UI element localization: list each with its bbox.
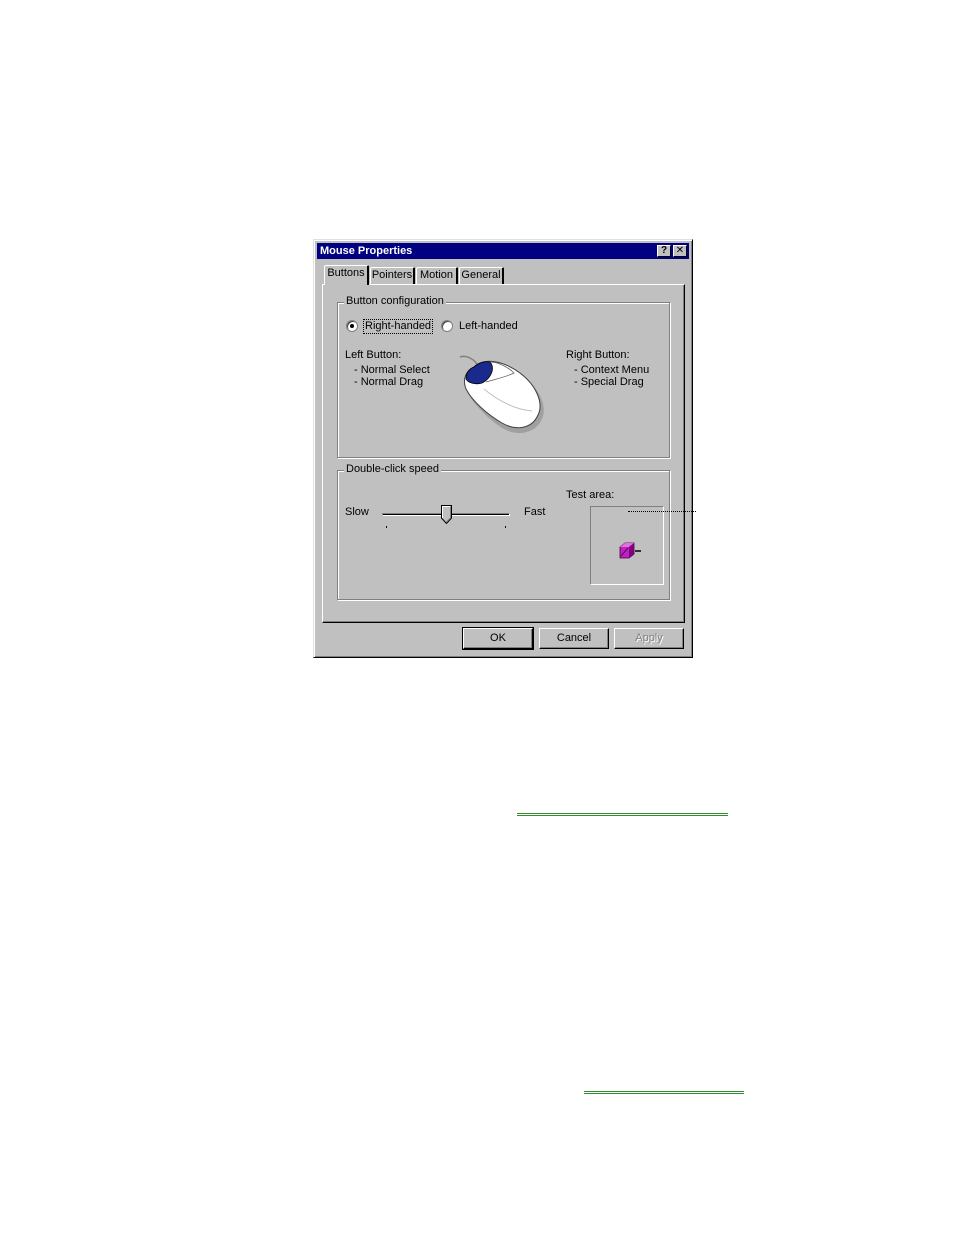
- ok-button[interactable]: OK: [462, 627, 534, 650]
- right-button-heading: Right Button:: [566, 349, 630, 361]
- tab-general[interactable]: General: [459, 267, 504, 284]
- tab-buttons[interactable]: Buttons: [324, 265, 369, 285]
- tab-motion[interactable]: Motion: [416, 267, 458, 284]
- left-button-item: - Normal Drag: [354, 376, 424, 388]
- cancel-button[interactable]: Cancel: [539, 628, 609, 649]
- double-click-speed-group: Double-click speed Slow Fast Test area:: [337, 463, 670, 600]
- tab-pointers[interactable]: Pointers: [370, 267, 415, 284]
- double-click-speed-legend: Double-click speed: [344, 463, 441, 476]
- tab-pointers-label: Pointers: [371, 269, 413, 281]
- slider-thumb[interactable]: [441, 505, 452, 524]
- tab-general-label: General: [461, 269, 501, 281]
- slider-tick: [505, 526, 506, 528]
- callout-line: [628, 511, 696, 512]
- right-handed-label: Right-handed: [363, 318, 434, 334]
- help-icon: ?: [660, 245, 668, 256]
- annotation-underline: [517, 813, 728, 816]
- left-handed-radio-option[interactable]: Left-handed: [441, 319, 518, 333]
- annotation-underline: [584, 1091, 744, 1094]
- tab-motion-label: Motion: [419, 269, 454, 281]
- apply-button[interactable]: Apply: [614, 628, 684, 649]
- button-configuration-group: Button configuration Right-handed Left-h…: [337, 295, 670, 458]
- right-handed-radio[interactable]: [346, 320, 358, 332]
- ok-button-label: OK: [490, 632, 506, 644]
- mouse-properties-dialog: Mouse Properties ? ✕ Buttons Pointers Mo…: [313, 239, 693, 658]
- double-click-speed-slider[interactable]: [382, 501, 512, 531]
- button-configuration-legend: Button configuration: [344, 295, 446, 308]
- right-handed-radio-option[interactable]: Right-handed: [346, 318, 434, 334]
- apply-button-label: Apply: [635, 632, 663, 644]
- close-icon: ✕: [675, 245, 685, 256]
- help-button[interactable]: ?: [657, 245, 671, 257]
- close-button[interactable]: ✕: [673, 245, 687, 257]
- right-button-item: - Special Drag: [574, 376, 644, 388]
- mouse-icon: [459, 355, 544, 434]
- slider-tick: [386, 526, 387, 528]
- slow-label: Slow: [345, 506, 369, 518]
- left-handed-label: Left-handed: [459, 319, 518, 332]
- tab-panel-buttons: Button configuration Right-handed Left-h…: [322, 284, 685, 623]
- test-area[interactable]: [590, 506, 664, 585]
- left-handed-radio[interactable]: [441, 320, 453, 332]
- fast-label: Fast: [524, 506, 546, 518]
- tab-buttons-label: Buttons: [327, 267, 365, 279]
- test-area-label: Test area:: [566, 489, 615, 501]
- jack-in-the-box-icon: [619, 542, 641, 559]
- cancel-button-label: Cancel: [556, 632, 592, 644]
- title-bar[interactable]: Mouse Properties ? ✕: [317, 243, 689, 259]
- window-title: Mouse Properties: [320, 245, 413, 257]
- left-button-heading: Left Button:: [345, 349, 402, 361]
